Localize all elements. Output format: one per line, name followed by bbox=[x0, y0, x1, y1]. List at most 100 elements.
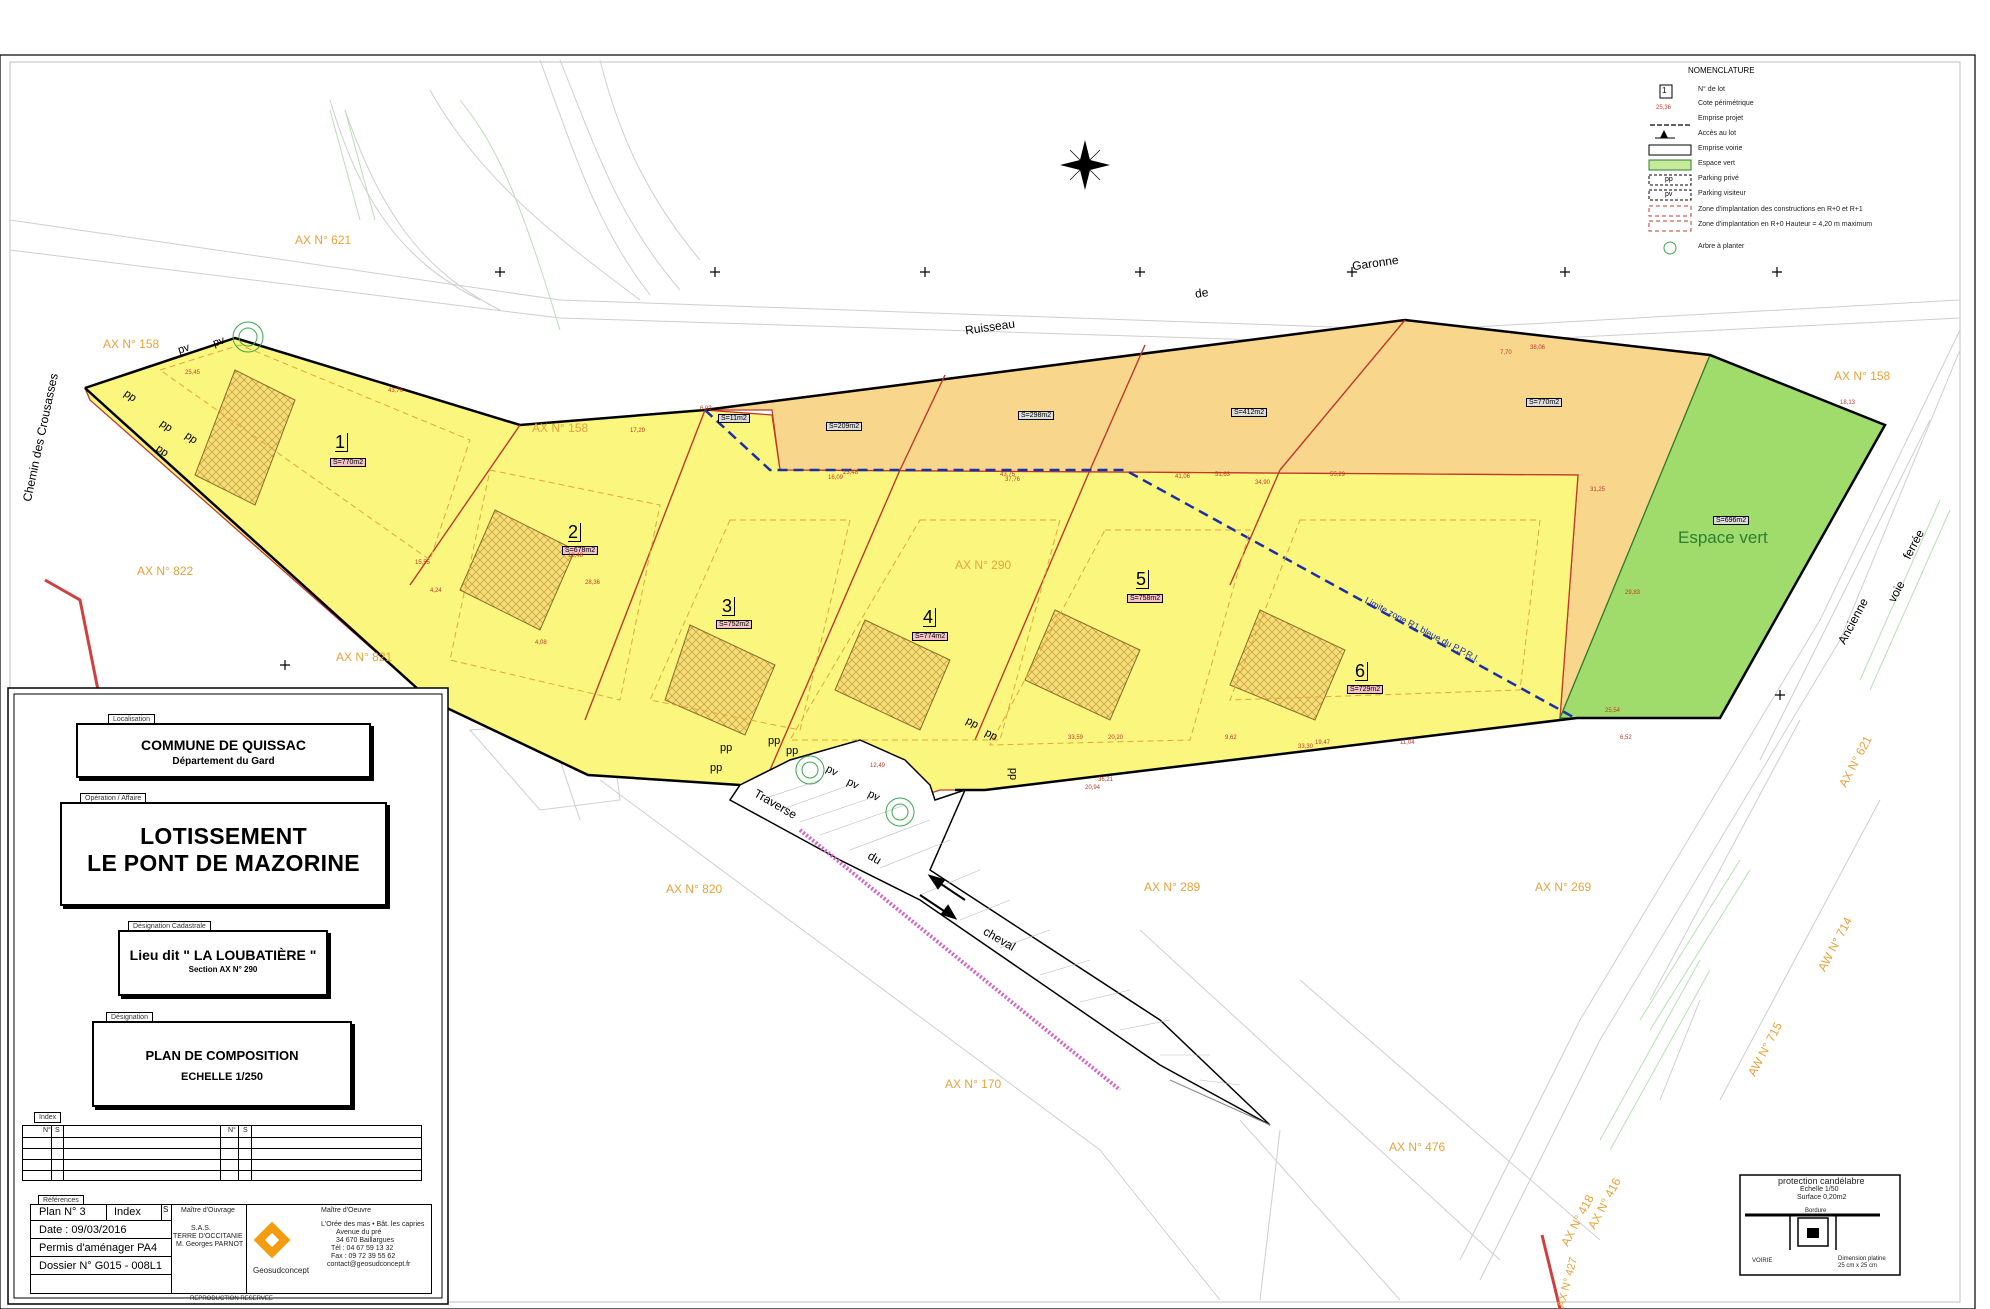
protection-title: protection candélabre bbox=[1778, 1176, 1865, 1186]
dimension-label: 41,06 bbox=[1175, 474, 1191, 480]
street-name: de bbox=[1194, 285, 1210, 301]
lot-number: 4 bbox=[923, 608, 937, 627]
lot-area: S=729m2 bbox=[1347, 685, 1384, 694]
parcel-label: AX N° 476 bbox=[1389, 1140, 1446, 1154]
dimension-label: 4,08 bbox=[535, 640, 547, 646]
index-label: Index bbox=[114, 1206, 141, 1218]
commune-box: COMMUNE DE QUISSAC Département du Gard bbox=[76, 723, 371, 778]
references-block: Plan N° 3 Index S Date : 09/03/2016 Perm… bbox=[30, 1204, 432, 1294]
legend-item: Cote périmétrique bbox=[1698, 100, 1754, 107]
project-title-box: LOTISSEMENT LE PONT DE MAZORINE bbox=[60, 802, 387, 906]
dimension-label: 33,30 bbox=[1298, 744, 1314, 750]
plan-number: Plan N° 3 bbox=[39, 1206, 86, 1218]
dimension-label: 36,21 bbox=[1098, 777, 1114, 783]
zone-area: S=412m2 bbox=[1231, 408, 1268, 417]
legend-symbol-lot: 1 bbox=[1662, 86, 1667, 95]
legend-item: Espace vert bbox=[1698, 160, 1735, 167]
dimension-label: 20,94 bbox=[1085, 785, 1101, 791]
index-table: N° S N° S bbox=[22, 1125, 422, 1181]
parking-private: pp bbox=[768, 735, 781, 747]
dossier: Dossier N° G015 - 008L1 bbox=[39, 1260, 163, 1272]
legend-item: Zone d'implantation des constructions en… bbox=[1698, 206, 1863, 213]
parcel-label: AX N° 821 bbox=[336, 650, 393, 664]
dimension-label: 23,48 bbox=[843, 470, 859, 476]
legend-item: N° de lot bbox=[1698, 86, 1725, 93]
parcel-label: AX N° 822 bbox=[137, 564, 194, 578]
zone-area: S=11m2 bbox=[718, 414, 750, 423]
lot-number: 2 bbox=[568, 523, 582, 542]
lot-area: S=770m2 bbox=[330, 458, 367, 467]
parking-private: pp bbox=[786, 745, 799, 757]
legend-title: NOMENCLATURE bbox=[1688, 66, 1755, 75]
company-name: Geosudconcept bbox=[253, 1266, 310, 1275]
scale: ECHELLE 1/250 bbox=[181, 1071, 263, 1083]
dimension-label: 6,93 bbox=[700, 406, 712, 412]
plan-title: PLAN DE COMPOSITION bbox=[145, 1048, 299, 1063]
lot-number: 6 bbox=[1355, 662, 1369, 681]
dimension-label: 18,13 bbox=[1840, 400, 1856, 406]
dimension-label: 19,47 bbox=[1315, 740, 1331, 746]
zone-area: S=696m2 bbox=[1713, 516, 1750, 525]
lot-number: 1 bbox=[335, 433, 349, 452]
dimension-label: 25,54 bbox=[1605, 708, 1621, 714]
parcel-label: AX N° 820 bbox=[666, 882, 723, 896]
legend-symbol-pp: pp bbox=[1665, 176, 1673, 183]
index-s: S bbox=[163, 1205, 169, 1214]
parcel-label: AX N° 158 bbox=[1834, 369, 1891, 383]
legend-item: Zone d'implantation en R+0 Hauteur = 4,2… bbox=[1698, 221, 1873, 228]
site-plan bbox=[0, 54, 1976, 1309]
dimension-label: 55,29 bbox=[1330, 472, 1346, 478]
legend-item: Accès au lot bbox=[1698, 130, 1737, 137]
dimension-label: 12,49 bbox=[870, 763, 886, 769]
dimension-label: 25,45 bbox=[185, 370, 201, 376]
permis: Permis d'aménager PA4 bbox=[39, 1242, 158, 1254]
dimension-label: 6,52 bbox=[1620, 735, 1632, 741]
parcel-label: AX N° 621 bbox=[295, 233, 352, 247]
parcel-label: AX N° 158 bbox=[103, 337, 160, 351]
lot-area: S=752m2 bbox=[716, 620, 753, 629]
dimension-label: 18,48 bbox=[568, 553, 584, 559]
lot-area: S=758m2 bbox=[1127, 594, 1164, 603]
parking-private: pp bbox=[710, 762, 723, 774]
legend-symbol-pv: pv bbox=[1665, 191, 1673, 198]
dimension-label: 9,62 bbox=[1225, 735, 1237, 741]
parcel-label: AX N° 290 bbox=[955, 558, 1012, 572]
parking-private: pp bbox=[1007, 767, 1020, 781]
legend-item: Parking privé bbox=[1698, 175, 1739, 182]
project-title: LOTISSEMENT LE PONT DE MAZORINE bbox=[87, 823, 360, 876]
lot-number: 5 bbox=[1136, 570, 1150, 589]
department: Département du Gard bbox=[172, 756, 275, 767]
index-tag: Index bbox=[34, 1112, 62, 1123]
dimension-label: 17,29 bbox=[630, 428, 646, 434]
north-arrow-icon bbox=[1060, 140, 1110, 190]
dimension-label: 33,59 bbox=[1068, 735, 1084, 741]
legend-item: Parking visiteur bbox=[1698, 190, 1746, 197]
moe-title: Maître d'Oeuvre bbox=[321, 1207, 371, 1214]
designation-box: PLAN DE COMPOSITION ECHELLE 1/250 bbox=[92, 1021, 352, 1107]
lot-number: 3 bbox=[722, 597, 736, 616]
parcel-label: AX N° 158 bbox=[532, 421, 589, 435]
dimension-label: 11,04 bbox=[1400, 740, 1415, 746]
parcel-label: AX N° 170 bbox=[945, 1077, 1002, 1091]
zone-area: S=298m2 bbox=[1018, 411, 1055, 420]
section: Section AX N° 290 bbox=[188, 965, 258, 974]
dimension-label: 20,20 bbox=[1108, 735, 1124, 741]
commune-name: COMMUNE DE QUISSAC bbox=[141, 737, 306, 753]
dimension-label: 34,90 bbox=[1255, 480, 1271, 486]
dimension-label: 43,75 bbox=[1000, 472, 1016, 478]
zone-area: S=209m2 bbox=[826, 422, 863, 431]
dimension-label: 51,63 bbox=[1215, 472, 1231, 478]
legend-item: Emprise voirie bbox=[1698, 145, 1743, 152]
parcel-label: AX N° 289 bbox=[1144, 880, 1201, 894]
mo-title: Maître d'Ouvrage bbox=[181, 1207, 235, 1214]
date: Date : 09/03/2016 bbox=[39, 1224, 127, 1236]
dimension-label: 31,25 bbox=[1590, 487, 1606, 493]
zone-area: S=770m2 bbox=[1526, 398, 1563, 407]
dimension-label: 7,70 bbox=[1500, 350, 1512, 356]
dimension-label: 28,36 bbox=[585, 580, 601, 586]
parcel-label: AX N° 269 bbox=[1535, 880, 1592, 894]
reproduction-notice: REPRODUCTION RESERVEE bbox=[190, 1296, 273, 1302]
dimension-label: 29,83 bbox=[1625, 590, 1641, 596]
dimension-label: 38,06 bbox=[1530, 345, 1546, 351]
cadastre-box: Lieu dit " LA LOUBATIÈRE " Section AX N°… bbox=[118, 930, 328, 996]
